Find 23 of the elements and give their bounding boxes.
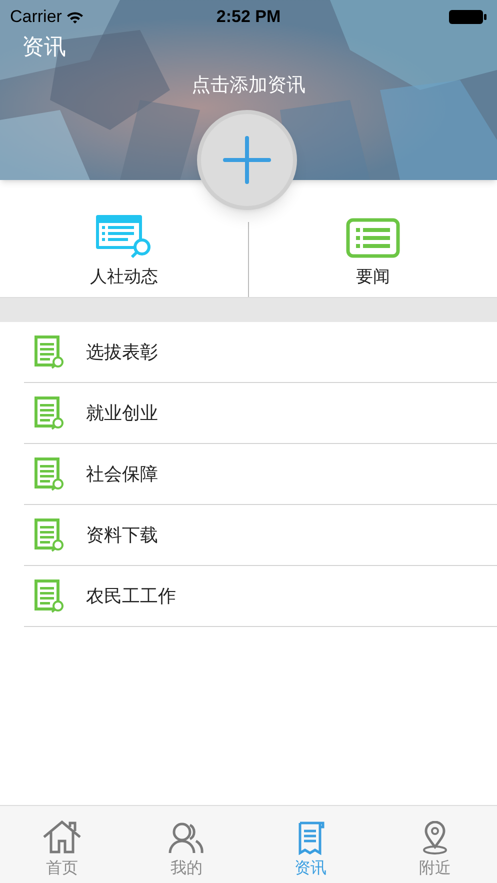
document-search-icon bbox=[34, 518, 64, 552]
news-category-item[interactable]: 资料下载 bbox=[86, 522, 158, 548]
list-icon bbox=[346, 218, 400, 258]
plus-icon bbox=[223, 136, 271, 184]
news-category-item[interactable]: 选拔表彰 bbox=[86, 338, 158, 366]
document-search-icon bbox=[34, 335, 64, 369]
news-category-item[interactable]: 就业创业 bbox=[86, 400, 158, 426]
category-button[interactable]: 要闻 bbox=[249, 180, 497, 297]
page-title: 资讯 bbox=[22, 34, 66, 59]
list-search-icon bbox=[95, 214, 153, 258]
document-search-icon bbox=[34, 457, 64, 491]
news-category-item[interactable]: 农民工工作 bbox=[86, 582, 176, 610]
carrier-label: Carrier bbox=[10, 6, 62, 28]
category-button[interactable]: 人社动态 bbox=[0, 180, 248, 297]
document-search-icon bbox=[34, 396, 64, 430]
document-search-icon bbox=[34, 579, 64, 613]
people-icon bbox=[168, 821, 204, 855]
add-news-caption: 点击添加资讯 bbox=[192, 74, 306, 98]
status-time: 2:52 PM bbox=[216, 6, 281, 28]
battery-icon bbox=[449, 9, 487, 25]
home-icon bbox=[42, 819, 82, 855]
wifi-icon bbox=[66, 10, 84, 24]
news-category-item[interactable]: 社会保障 bbox=[86, 460, 158, 488]
